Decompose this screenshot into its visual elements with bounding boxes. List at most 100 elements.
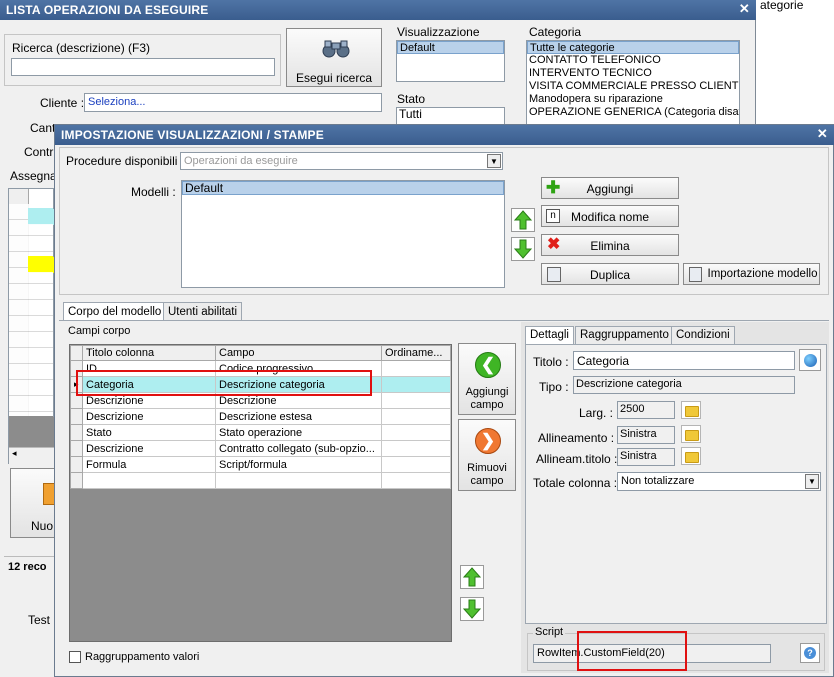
allineam-titolo-label: Allineam.titolo : <box>536 452 618 466</box>
stato-list[interactable]: Tutti <box>396 107 505 125</box>
larg-field[interactable]: 2500 <box>617 401 675 419</box>
table-row[interactable]: Descrizione Descrizione estesa <box>70 408 451 425</box>
allineam-titolo-field[interactable]: Sinistra <box>617 448 675 466</box>
field-move-down-icon[interactable] <box>460 597 484 621</box>
back-grid-empty <box>9 416 53 446</box>
col-ordinamento-header[interactable]: Ordiname... <box>381 345 451 361</box>
records-bar: 12 reco <box>4 556 56 576</box>
col-titolo-header[interactable]: Titolo colonna <box>82 345 216 361</box>
grid-cell[interactable] <box>215 472 382 489</box>
grid-cell[interactable]: Descrizione estesa <box>215 408 382 425</box>
modelli-label: Modelli : <box>131 185 176 199</box>
modelli-list[interactable]: Default <box>181 180 505 288</box>
dialog-title-bar: IMPOSTAZIONE VISUALIZZAZIONI / STAMPE ✕ <box>55 125 834 145</box>
importazione-button[interactable]: Importazione modello <box>683 263 820 285</box>
records-count: 12 reco <box>8 561 47 573</box>
folder-icon[interactable] <box>681 401 701 419</box>
raggruppamento-valori-label: Raggruppamento valori <box>85 651 200 663</box>
grid-cell[interactable] <box>381 456 451 473</box>
categoria-label: Categoria <box>529 25 582 39</box>
visualizzazione-label: Visualizzazione <box>397 25 480 39</box>
cliente-field[interactable]: Seleziona... <box>84 93 382 112</box>
grid-cell[interactable] <box>381 376 451 393</box>
back-window-title: LISTA OPERAZIONI DA ESEGUIRE <box>6 3 209 17</box>
procedure-label: Procedure disponibili : <box>66 154 185 168</box>
list-item[interactable]: OPERAZIONE GENERICA (Categoria disatti <box>527 106 739 119</box>
raggruppamento-valori-checkbox[interactable] <box>69 651 81 663</box>
aggiungi-campo-button[interactable]: ❮ Aggiungi campo <box>458 343 516 415</box>
close-icon[interactable]: ✕ <box>739 2 750 16</box>
grid-cell[interactable]: Contratto collegato (sub-opzio... <box>215 440 382 457</box>
grid-cell[interactable] <box>381 472 451 489</box>
grid-cell[interactable] <box>381 360 451 377</box>
table-row[interactable]: Descrizione Contratto collegato (sub-opz… <box>70 440 451 457</box>
totale-colonna-label: Totale colonna : <box>533 476 618 490</box>
aggiungi-button[interactable]: ✚ Aggiungi <box>541 177 679 199</box>
tab-raggruppamento[interactable]: Raggruppamento <box>575 326 674 345</box>
list-item[interactable]: VISITA COMMERCIALE PRESSO CLIENTE <box>527 80 739 93</box>
table-row-new[interactable] <box>70 472 451 489</box>
list-item[interactable]: Tutti <box>397 108 504 121</box>
chevron-down-icon[interactable]: ▼ <box>487 154 501 168</box>
grid-cell[interactable]: Script/formula <box>215 456 382 473</box>
color-picker-icon[interactable] <box>799 349 821 371</box>
scroll-left-icon[interactable]: ◂ <box>9 447 55 465</box>
move-up-icon[interactable] <box>511 208 535 232</box>
totale-colonna-select[interactable]: Non totalizzare ▼ <box>617 472 821 491</box>
settings-dialog: IMPOSTAZIONE VISUALIZZAZIONI / STAMPE ✕ … <box>54 124 834 677</box>
modifica-nome-button[interactable]: n Modifica nome <box>541 205 679 227</box>
search-button[interactable]: Esegui ricerca <box>286 28 382 87</box>
list-item[interactable]: CONTATTO TELEFONICO <box>527 54 739 67</box>
folder-icon[interactable] <box>681 447 701 465</box>
visualizzazione-list[interactable]: Default <box>396 40 505 82</box>
titolo-field[interactable]: Categoria <box>573 351 795 370</box>
procedure-select[interactable]: Operazioni da eseguire ▼ <box>180 152 503 170</box>
nuovo-button[interactable]: Nuo <box>10 468 56 538</box>
back-grid-yellow-row <box>28 256 53 272</box>
tipo-field: Descrizione categoria <box>573 376 795 394</box>
grid-cell[interactable] <box>82 472 216 489</box>
list-item[interactable]: Manodopera su riparazione <box>527 93 739 106</box>
search-input[interactable] <box>11 58 275 76</box>
allineamento-field[interactable]: Sinistra <box>617 426 675 444</box>
grid-cell[interactable]: Formula <box>82 456 216 473</box>
help-icon[interactable]: ? <box>800 643 820 663</box>
annotation-box-script <box>577 631 687 671</box>
rimuovi-campo-button[interactable]: ❯ Rimuovi campo <box>458 419 516 491</box>
tab-condizioni[interactable]: Condizioni <box>671 326 735 345</box>
categoria-list[interactable]: Tutte le categorie CONTATTO TELEFONICO I… <box>526 40 740 126</box>
tab-dettagli[interactable]: Dettagli <box>525 326 574 345</box>
field-move-up-icon[interactable] <box>460 565 484 589</box>
binoculars-icon <box>321 39 351 59</box>
move-down-icon[interactable] <box>511 237 535 261</box>
test-label: Test <box>28 613 51 627</box>
tab-corpo-modello[interactable]: Corpo del modello <box>63 302 167 321</box>
list-item[interactable]: Tutte le categorie <box>527 41 739 54</box>
arrow-right-icon: ❯ <box>475 428 501 454</box>
duplica-button[interactable]: Duplica <box>541 263 679 285</box>
table-row[interactable]: Formula Script/formula <box>70 456 451 473</box>
tipo-label: Tipo : <box>539 380 569 394</box>
elimina-button[interactable]: ✖ Elimina <box>541 234 679 256</box>
modifica-nome-label: Modifica nome <box>570 210 650 224</box>
elimina-label: Elimina <box>590 239 630 253</box>
grid-cell[interactable]: Stato <box>82 424 216 441</box>
grid-cell[interactable]: Stato operazione <box>215 424 382 441</box>
chevron-down-icon[interactable]: ▼ <box>805 474 819 489</box>
list-item[interactable]: Default <box>397 41 504 54</box>
list-item[interactable]: Default <box>182 181 504 195</box>
table-row[interactable]: Stato Stato operazione <box>70 424 451 441</box>
folder-icon[interactable] <box>681 425 701 443</box>
grid-cell[interactable] <box>381 408 451 425</box>
grid-cell[interactable] <box>381 392 451 409</box>
contr-label: Contr <box>24 145 54 159</box>
grid-cell[interactable]: Descrizione <box>82 440 216 457</box>
close-icon[interactable]: ✕ <box>817 127 828 141</box>
col-campo-header[interactable]: Campo <box>215 345 382 361</box>
grid-cell[interactable]: Descrizione <box>82 408 216 425</box>
rimuovi-campo-label: Rimuovi campo <box>467 462 507 487</box>
list-item[interactable]: INTERVENTO TECNICO <box>527 67 739 80</box>
grid-cell[interactable] <box>381 440 451 457</box>
grid-cell[interactable] <box>381 424 451 441</box>
tab-utenti-abilitati[interactable]: Utenti abilitati <box>163 302 243 321</box>
